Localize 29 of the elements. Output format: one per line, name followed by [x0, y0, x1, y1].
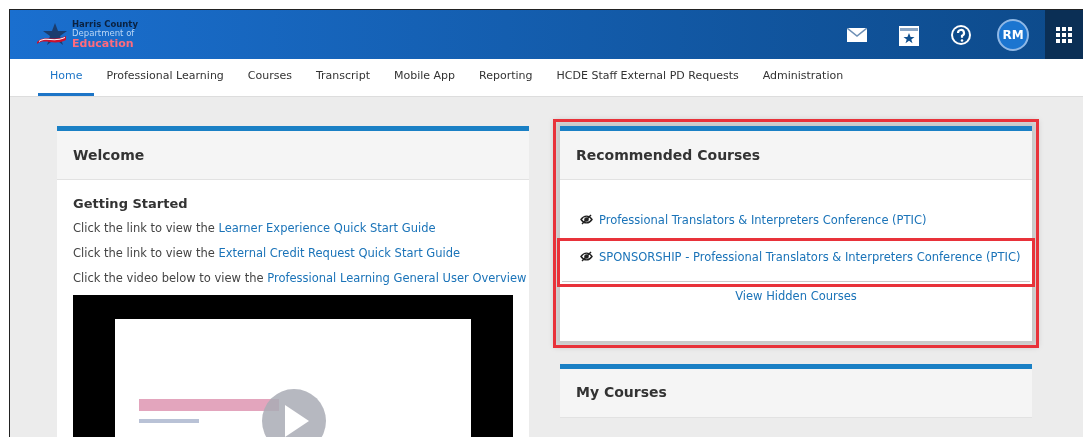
- logo-text: Department of: [72, 28, 136, 38]
- instruction-text: Click the link to view the External Credit Request Quick Start Guide: [73, 244, 462, 262]
- user-avatar[interactable]: RM: [997, 18, 1029, 51]
- card-title: Welcome: [57, 131, 529, 180]
- mail-icon[interactable]: [847, 27, 867, 42]
- hidden-eye-icon[interactable]: [580, 214, 593, 225]
- nav-tab[interactable]: Reporting: [467, 59, 545, 96]
- nav-tab[interactable]: Home: [38, 59, 95, 96]
- section-heading: Getting Started: [73, 195, 189, 213]
- apps-grid-icon[interactable]: [1056, 26, 1072, 43]
- guide-link[interactable]: Professional Learning General User Overview: [267, 271, 527, 285]
- card-title: My Courses: [560, 368, 1032, 418]
- logo-text: Education: [72, 37, 135, 50]
- guide-link[interactable]: Learner Experience Quick Start Guide: [218, 220, 436, 235]
- guide-link[interactable]: External Credit Request Quick Start Guide: [218, 245, 461, 260]
- course-link[interactable]: Professional Translators & Interpreters Conference (PTIC): [599, 212, 927, 230]
- nav-tab[interactable]: Mobile App: [382, 59, 468, 96]
- view-hidden-link[interactable]: View Hidden Courses: [735, 288, 857, 303]
- instruction-text: Click the link to view the Learner Experience Quick Start Guide: [73, 219, 437, 237]
- help-icon[interactable]: [950, 23, 972, 46]
- nav-tab[interactable]: Courses: [235, 59, 304, 96]
- nav-tab[interactable]: Transcript: [304, 59, 382, 96]
- nav-tab[interactable]: Administration: [750, 59, 856, 96]
- nav-tab[interactable]: HCDE Staff External PD Requests: [544, 59, 751, 96]
- hidden-eye-icon[interactable]: [580, 251, 593, 263]
- card-title: Recommended Courses: [560, 131, 1032, 180]
- course-link[interactable]: SPONSORSHIP - Professional Translators & Interpreters Conference (PTIC): [599, 249, 1021, 267]
- nav-tab[interactable]: Professional Learning: [94, 59, 236, 96]
- logo-text: Harris County: [72, 19, 138, 29]
